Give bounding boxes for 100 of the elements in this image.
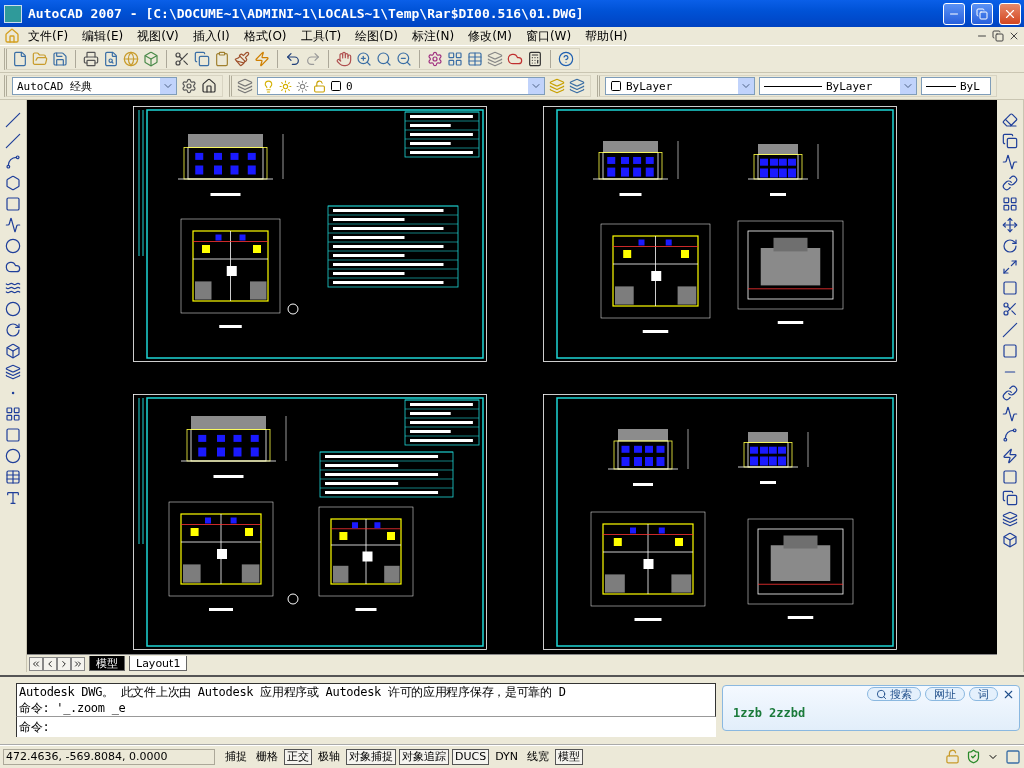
- status-toggle[interactable]: 极轴: [315, 748, 343, 765]
- zoom-out-icon[interactable]: [396, 51, 412, 67]
- previous-icon: [45, 658, 55, 669]
- polyline-icon[interactable]: [5, 154, 21, 170]
- color-swatch-icon: [330, 80, 342, 92]
- rectangle-icon[interactable]: [5, 196, 21, 212]
- layout-tab[interactable]: 模型: [89, 656, 125, 671]
- table-icon[interactable]: [5, 469, 21, 485]
- popup-button[interactable]: 网址: [925, 687, 965, 701]
- save-icon[interactable]: [52, 51, 68, 67]
- sun-icon: [279, 79, 292, 93]
- command-field[interactable]: 命令:: [16, 717, 716, 737]
- status-toggle[interactable]: 正交: [284, 748, 312, 765]
- line-sample: [926, 85, 956, 87]
- fillet-icon[interactable]: [1002, 427, 1018, 443]
- menu-item[interactable]: 插入(I): [186, 27, 236, 45]
- cloud-icon[interactable]: [5, 259, 21, 275]
- menu-item[interactable]: 帮助(H): [579, 27, 634, 45]
- menu-item[interactable]: 工具(T): [294, 27, 348, 45]
- status-toggle[interactable]: 栅格: [253, 748, 281, 765]
- sun-icon: [296, 79, 309, 93]
- cut-icon[interactable]: [174, 51, 190, 67]
- restore-button[interactable]: [971, 2, 993, 25]
- window-title: AutoCAD 2007 - [C:\DOCUME~1\ADMINI~1\LOCALS~1\Temp\Rar$DI00.516\01.DWG]: [28, 6, 585, 21]
- menu-item[interactable]: 编辑(E): [76, 27, 130, 45]
- status-toggle[interactable]: DYN: [492, 748, 521, 765]
- last-tab-button[interactable]: [71, 656, 85, 671]
- copy-icon[interactable]: [1002, 133, 1018, 149]
- close-icon[interactable]: [1008, 30, 1020, 42]
- help-icon[interactable]: [558, 51, 574, 67]
- line-icon[interactable]: [5, 112, 21, 128]
- layers-icon[interactable]: [237, 78, 253, 94]
- lightning-icon[interactable]: [254, 51, 270, 67]
- preview-icon[interactable]: [103, 51, 119, 67]
- cloud-icon[interactable]: [507, 51, 523, 67]
- close-button[interactable]: [999, 2, 1021, 25]
- previous-tab-button[interactable]: [43, 656, 57, 671]
- array-icon[interactable]: [1002, 196, 1018, 212]
- search-icon: [876, 688, 887, 700]
- status-toggle[interactable]: 对象捕捉: [346, 748, 396, 765]
- eraser-icon[interactable]: [1002, 112, 1018, 128]
- layer-stack-icon[interactable]: [569, 78, 585, 94]
- calculator-icon[interactable]: [527, 51, 543, 67]
- linetype-dropdown[interactable]: ByLayer: [759, 77, 917, 95]
- new-file-icon[interactable]: [12, 51, 28, 67]
- spline-icon[interactable]: [5, 280, 21, 296]
- layout-tab[interactable]: Layout1: [129, 656, 188, 671]
- menu-item[interactable]: 格式(O): [237, 27, 293, 45]
- color-dropdown[interactable]: ByLayer: [605, 77, 755, 95]
- status-toggle[interactable]: 线宽: [524, 748, 552, 765]
- zoom-window-icon[interactable]: [376, 51, 392, 67]
- popup-button[interactable]: 搜索: [867, 687, 921, 701]
- drawing-canvas[interactable]: [27, 100, 997, 654]
- menu-item[interactable]: 窗口(W): [519, 27, 578, 45]
- join-icon[interactable]: [1002, 385, 1018, 401]
- next-tab-button[interactable]: [57, 656, 71, 671]
- circle-icon[interactable]: [5, 238, 21, 254]
- pan-icon[interactable]: [336, 51, 352, 67]
- printer-icon[interactable]: [83, 51, 99, 67]
- undo-icon[interactable]: [285, 51, 301, 67]
- menu-item[interactable]: 修改(M): [462, 27, 518, 45]
- table-icon[interactable]: [467, 51, 483, 67]
- coordinates: 472.4636, -569.8084, 0.0000: [3, 748, 215, 765]
- status-toggle[interactable]: DUCS: [452, 748, 490, 765]
- gear-icon[interactable]: [181, 78, 197, 94]
- house-icon[interactable]: [201, 78, 217, 94]
- trim-icon[interactable]: [1002, 301, 1018, 317]
- command-line: 命令: '_.zoom _e: [19, 700, 127, 716]
- layer-dropdown[interactable]: 0: [257, 77, 545, 95]
- last-icon: [73, 658, 83, 669]
- popup-button[interactable]: 词: [969, 687, 998, 701]
- status-toggle[interactable]: 对象追踪: [399, 748, 449, 765]
- scale-icon[interactable]: [1002, 259, 1018, 275]
- brush-icon[interactable]: [234, 51, 250, 67]
- status-toggle[interactable]: 模型: [555, 748, 583, 765]
- cube-icon[interactable]: [143, 51, 159, 67]
- move-icon[interactable]: [1002, 217, 1018, 233]
- shield-icon[interactable]: [966, 749, 981, 764]
- command-line: Autodesk DWG。 此文件上次由 Autodesk 应用程序或 Autodesk 许可的应用程序保存，是可靠的 D: [19, 684, 567, 700]
- minimize-button[interactable]: [943, 2, 965, 25]
- paste-icon[interactable]: [214, 51, 230, 67]
- text-icon[interactable]: [5, 490, 21, 506]
- restore-icon[interactable]: [992, 30, 1004, 42]
- grid-icon[interactable]: [447, 51, 463, 67]
- menu-item[interactable]: 标注(N): [405, 27, 461, 45]
- first-tab-button[interactable]: [29, 656, 43, 671]
- copy-icon[interactable]: [194, 51, 210, 67]
- polygon-icon[interactable]: [5, 175, 21, 191]
- workspace-dropdown[interactable]: AutoCAD 经典: [12, 77, 177, 95]
- lineweight-dropdown[interactable]: ByL: [921, 77, 991, 95]
- app-icon: [4, 4, 22, 23]
- construction-line-icon[interactable]: [5, 133, 21, 149]
- popup-text: 1zzb 2zzbd: [732, 705, 807, 720]
- menu-item[interactable]: 绘图(D): [349, 27, 404, 45]
- rotate-icon[interactable]: [1002, 238, 1018, 254]
- menu-item[interactable]: 文件(F): [22, 27, 75, 45]
- status-toggle[interactable]: 捕捉: [222, 748, 250, 765]
- zoom-in-icon[interactable]: [356, 51, 372, 67]
- next-icon: [59, 658, 69, 669]
- menu-item[interactable]: 视图(V): [131, 27, 185, 45]
